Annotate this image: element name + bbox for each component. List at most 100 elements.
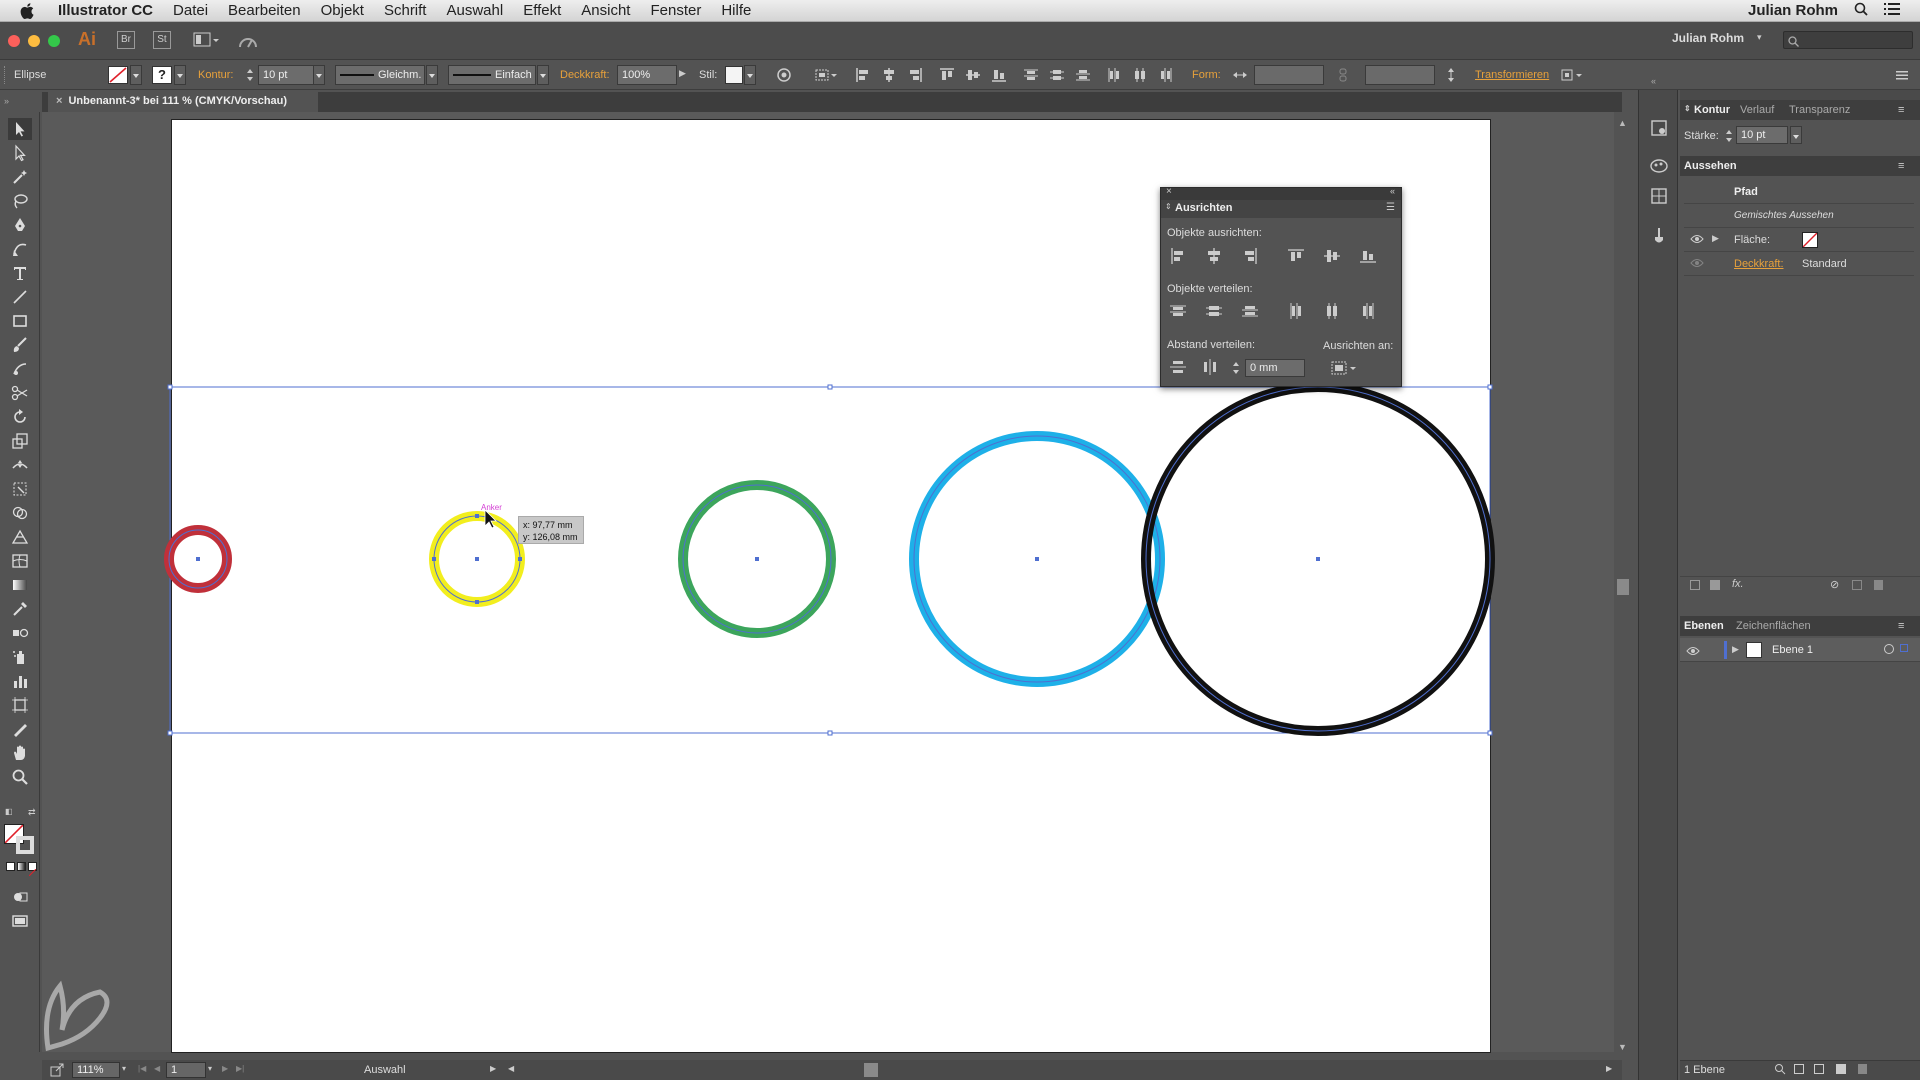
first-artboard-icon[interactable]: |◀	[138, 1064, 146, 1073]
isolate-object-icon[interactable]	[1560, 67, 1584, 83]
drawing-modes-icon[interactable]	[8, 886, 32, 908]
control-panel-menu-icon[interactable]	[1894, 67, 1910, 83]
tab-zeichenflaechen[interactable]: Zeichenflächen	[1736, 620, 1811, 632]
appearance-opacity-row[interactable]: Deckkraft: Standard	[1684, 252, 1914, 276]
magic-wand-tool-icon[interactable]	[8, 166, 32, 188]
brush-dropdown[interactable]	[537, 65, 549, 85]
scroll-down-arrow-icon[interactable]: ▼	[1618, 1042, 1627, 1052]
share-icon[interactable]	[50, 1063, 64, 1077]
delete-item-icon[interactable]	[1874, 580, 1883, 590]
close-tab-icon[interactable]: ×	[56, 95, 62, 107]
layer-visibility-eye-icon[interactable]	[1686, 644, 1700, 662]
column-graph-tool-icon[interactable]	[8, 670, 32, 692]
stroke-weight-panel-field[interactable]: 10 pt	[1736, 126, 1788, 144]
eyedropper-tool-icon[interactable]	[8, 598, 32, 620]
color-guide-panel-icon[interactable]	[1649, 156, 1669, 181]
menu-fenster[interactable]: Fenster	[640, 0, 711, 22]
appearance-panel-menu-icon[interactable]: ≡	[1898, 160, 1904, 172]
help-search-input[interactable]	[1783, 31, 1913, 49]
pen-tool-icon[interactable]	[8, 214, 32, 236]
align-panel-header[interactable]: × «	[1161, 186, 1401, 200]
artboard-dropdown-icon[interactable]: ▾	[208, 1064, 212, 1073]
align-panel-title[interactable]: Ausrichten	[1161, 200, 1401, 218]
layer-expand-arrow-icon[interactable]: ▶	[1732, 644, 1739, 655]
stroke-panel-toggle-icon[interactable]: ⇕	[1684, 104, 1691, 113]
spacing-value-field[interactable]: 0 mm	[1245, 359, 1305, 377]
distribute-top-icon[interactable]	[1023, 67, 1039, 83]
gpu-performance-icon[interactable]	[237, 31, 259, 56]
spacing-stepper[interactable]	[1231, 360, 1241, 376]
vertical-distribute-space-icon[interactable]	[1169, 358, 1187, 376]
tab-ebenen[interactable]: Ebenen	[1684, 620, 1724, 632]
stroke-color-dropdown[interactable]	[174, 65, 186, 85]
zoom-window-button[interactable]	[48, 35, 60, 47]
add-effect-fx-icon[interactable]: fx.	[1732, 578, 1744, 590]
align-horizontal-center-panel-icon[interactable]	[1205, 247, 1223, 265]
style-dropdown[interactable]	[744, 65, 756, 85]
document-tab[interactable]: × Unbenannt-3* bei 111 % (CMYK/Vorschau)	[48, 92, 318, 112]
create-sublayer-icon[interactable]	[1814, 1064, 1824, 1074]
distribute-right-edge-icon[interactable]	[1359, 302, 1377, 320]
align-vertical-center-icon[interactable]	[965, 67, 981, 83]
tab-transparenz[interactable]: Transparenz	[1789, 104, 1850, 116]
align-bottom-icon[interactable]	[991, 67, 1007, 83]
align-right-icon[interactable]	[907, 67, 923, 83]
hand-tool-icon[interactable]	[8, 742, 32, 764]
menu-effekt[interactable]: Effekt	[513, 0, 571, 22]
swatches-panel-icon[interactable]	[1649, 186, 1669, 211]
direct-selection-tool-icon[interactable]	[8, 142, 32, 164]
distribute-right-icon[interactable]	[1158, 67, 1174, 83]
layer-name[interactable]: Ebene 1	[1772, 644, 1813, 656]
scroll-right-arrow-icon[interactable]: ▶	[1606, 1064, 1612, 1073]
delete-layer-icon[interactable]	[1858, 1064, 1867, 1074]
opacity-slider-arrow-icon[interactable]: ▶	[679, 68, 686, 79]
layer-selection-indicator[interactable]	[1900, 644, 1908, 652]
scroll-up-arrow-icon[interactable]: ▲	[1618, 118, 1627, 128]
distribute-horizontal-center-icon[interactable]	[1132, 67, 1148, 83]
opacity-field[interactable]: 100%	[617, 65, 677, 85]
last-artboard-icon[interactable]: ▶|	[236, 1064, 244, 1073]
free-transform-tool-icon[interactable]	[8, 478, 32, 500]
stroke-panel-menu-icon[interactable]: ≡	[1898, 104, 1904, 116]
align-top-edge-icon[interactable]	[1287, 247, 1305, 265]
rectangle-tool-icon[interactable]	[8, 310, 32, 332]
tab-kontur[interactable]: Kontur	[1694, 104, 1730, 116]
add-fill-icon[interactable]	[1710, 580, 1720, 590]
recolor-artwork-icon[interactable]	[776, 67, 792, 83]
profile-dropdown[interactable]	[426, 65, 438, 85]
layer-target-icon[interactable]	[1884, 644, 1894, 654]
create-new-layer-icon[interactable]	[1836, 1064, 1846, 1074]
next-artboard-icon[interactable]: ▶	[222, 1064, 228, 1073]
scale-tool-icon[interactable]	[8, 430, 32, 452]
vertical-scrollbar[interactable]: ▲ ▼	[1614, 112, 1632, 1055]
arrange-documents-icon[interactable]	[193, 31, 219, 54]
layer-row[interactable]: ▶ Ebene 1	[1680, 638, 1920, 662]
app-menu[interactable]: Illustrator CC	[54, 2, 163, 19]
align-to-selection-dropdown[interactable]	[1331, 359, 1361, 377]
variable-width-profile-select[interactable]: Gleichm.	[335, 65, 425, 85]
distribute-left-icon[interactable]	[1106, 67, 1122, 83]
rotate-tool-icon[interactable]	[8, 406, 32, 428]
align-left-edge-icon[interactable]	[1169, 247, 1187, 265]
transform-link[interactable]: Transformieren	[1475, 69, 1549, 81]
collapse-panel-icon[interactable]: «	[1390, 186, 1395, 196]
curvature-tool-icon[interactable]	[8, 238, 32, 260]
notification-list-icon[interactable]	[1884, 2, 1900, 20]
align-vertical-center-panel-icon[interactable]	[1323, 247, 1341, 265]
tab-verlauf[interactable]: Verlauf	[1740, 104, 1774, 116]
minimize-window-button[interactable]	[28, 35, 40, 47]
shape-width-field[interactable]	[1254, 65, 1324, 85]
stroke-stepper[interactable]	[244, 66, 256, 84]
shaper-tool-icon[interactable]	[8, 358, 32, 380]
paintbrush-tool-icon[interactable]	[8, 334, 32, 356]
shape-height-field[interactable]	[1365, 65, 1435, 85]
horizontal-distribute-space-icon[interactable]	[1201, 358, 1219, 376]
status-menu-arrow-icon[interactable]: ▶	[490, 1064, 496, 1073]
apple-icon[interactable]	[20, 2, 38, 19]
menu-bearbeiten[interactable]: Bearbeiten	[218, 0, 311, 22]
opacity-label[interactable]: Deckkraft:	[560, 69, 610, 81]
perspective-grid-tool-icon[interactable]	[8, 526, 32, 548]
distribute-bottom-icon[interactable]	[1075, 67, 1091, 83]
appearance-fill-swatch[interactable]	[1802, 232, 1818, 248]
previous-artboard-icon[interactable]: ◀	[154, 1064, 160, 1073]
